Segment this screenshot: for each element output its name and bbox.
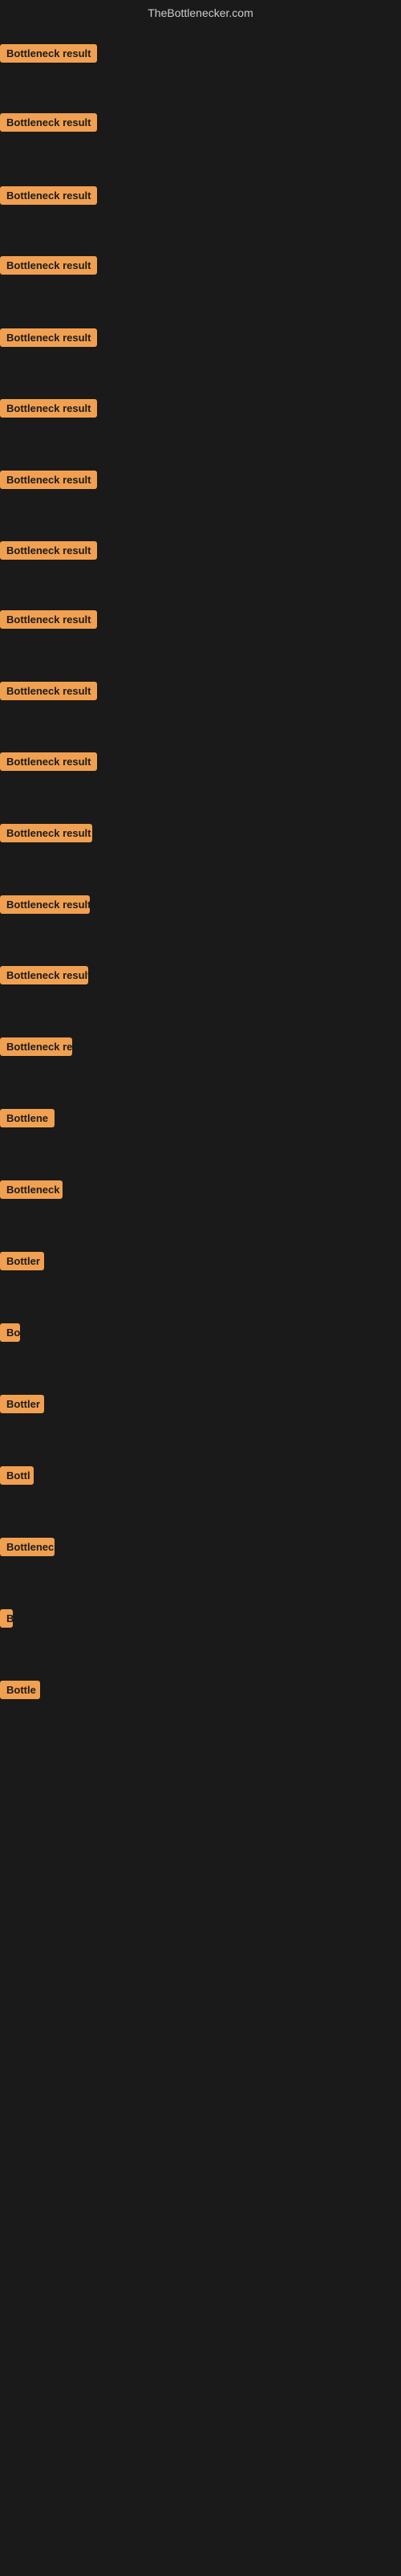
bottleneck-badge: Bottleneck result: [0, 752, 97, 771]
bottleneck-result-item[interactable]: Bottleneck result: [0, 752, 97, 775]
bottleneck-result-item[interactable]: Bottler: [0, 1252, 44, 1274]
bottleneck-badge: Bottleneck result: [0, 471, 97, 489]
bottleneck-result-item[interactable]: Bottleneck result: [0, 256, 97, 279]
bottleneck-result-item[interactable]: Bottleneck result: [0, 966, 88, 988]
bottleneck-result-item[interactable]: Bottle: [0, 1681, 40, 1703]
bottleneck-badge: Bottleneck result: [0, 966, 88, 984]
site-title: TheBottlenecker.com: [0, 0, 401, 22]
bottleneck-result-item[interactable]: Bottleneck result: [0, 44, 97, 67]
bottleneck-badge: Bottl: [0, 1466, 34, 1485]
bottleneck-result-item[interactable]: Bottleneck result: [0, 682, 97, 704]
bottleneck-result-item[interactable]: Bottleneck result: [0, 824, 92, 846]
bottleneck-badge: Bottlene: [0, 1109, 55, 1127]
bottleneck-result-item[interactable]: Bottleneck: [0, 1180, 63, 1203]
bottleneck-badge: Bottleneck re: [0, 1037, 72, 1056]
bottleneck-result-item[interactable]: Bottl: [0, 1466, 34, 1489]
bottleneck-badge: Bottle: [0, 1681, 40, 1699]
bottleneck-result-item[interactable]: Bottleneck re: [0, 1037, 72, 1060]
bottleneck-result-item[interactable]: Bottleneck result: [0, 399, 97, 422]
bottleneck-result-item[interactable]: Bottleneck result: [0, 113, 97, 136]
bottleneck-result-item[interactable]: B: [0, 1609, 13, 1632]
bottleneck-badge: Bottler: [0, 1395, 44, 1413]
bottleneck-badge: Bottleneck result: [0, 328, 97, 347]
bottleneck-result-item[interactable]: Bottleneck result: [0, 186, 97, 209]
bottleneck-badge: Bottleneck result: [0, 895, 90, 914]
bottleneck-badge: Bottleneck result: [0, 682, 97, 700]
bottleneck-result-item[interactable]: Bottleneck result: [0, 471, 97, 493]
bottleneck-badge: Bottlenec: [0, 1538, 55, 1556]
bottleneck-result-item[interactable]: Bottleneck result: [0, 610, 97, 633]
bottleneck-badge: Bo: [0, 1323, 20, 1342]
bottleneck-result-item[interactable]: Bottleneck result: [0, 895, 90, 918]
bottleneck-badge: Bottleneck result: [0, 541, 97, 560]
bottleneck-badge: Bottleneck result: [0, 44, 97, 63]
bottleneck-badge: Bottleneck: [0, 1180, 63, 1199]
bottleneck-result-item[interactable]: Bottler: [0, 1395, 44, 1417]
bottleneck-badge: Bottleneck result: [0, 824, 92, 842]
bottleneck-badge: Bottleneck result: [0, 399, 97, 418]
bottleneck-badge: Bottleneck result: [0, 113, 97, 132]
bottleneck-result-item[interactable]: Bottleneck result: [0, 328, 97, 351]
bottleneck-badge: Bottleneck result: [0, 256, 97, 275]
bottleneck-result-item[interactable]: Bottlene: [0, 1109, 55, 1131]
bottleneck-result-item[interactable]: Bo: [0, 1323, 20, 1346]
bottleneck-badge: Bottler: [0, 1252, 44, 1270]
bottleneck-badge: B: [0, 1609, 13, 1628]
bottleneck-result-item[interactable]: Bottlenec: [0, 1538, 55, 1560]
bottleneck-result-item[interactable]: Bottleneck result: [0, 541, 97, 564]
bottleneck-badge: Bottleneck result: [0, 186, 97, 205]
bottleneck-badge: Bottleneck result: [0, 610, 97, 629]
